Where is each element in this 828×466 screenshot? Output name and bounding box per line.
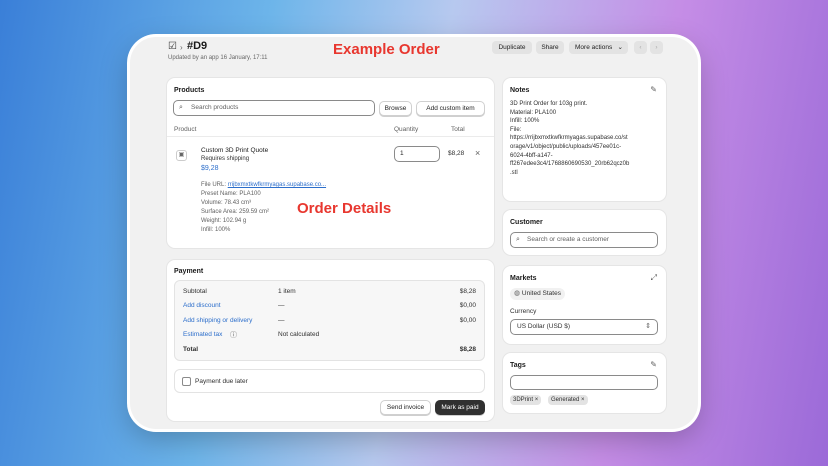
notes-line: File: xyxy=(510,126,522,133)
add-custom-item-button[interactable]: Add custom item xyxy=(416,101,485,116)
payment-summary: Subtotal 1 item $8,28 Add discount — $0,… xyxy=(174,280,485,361)
notes-line: .stl xyxy=(510,169,518,176)
notes-line: Infill: 100% xyxy=(510,118,540,125)
browse-button[interactable]: Browse xyxy=(379,101,412,116)
col-product-header: Product xyxy=(174,126,197,133)
currency-select[interactable]: US Dollar (USD $) ⇕ xyxy=(510,319,658,335)
page-title: #D9 xyxy=(187,40,208,52)
more-actions-button[interactable]: More actions ⌄ xyxy=(569,41,628,54)
breadcrumb-chevron-icon: › xyxy=(180,43,183,52)
add-shipping-link[interactable]: Add shipping or delivery xyxy=(183,317,252,324)
payment-due-later-checkbox[interactable] xyxy=(182,377,191,386)
col-quantity-header: Quantity xyxy=(394,126,419,133)
customer-search-placeholder: Search or create a customer xyxy=(527,236,610,243)
payment-due-later-row: Payment due later xyxy=(174,369,485,393)
add-discount-link[interactable]: Add discount xyxy=(183,302,221,309)
notes-line: 6024-4bff-a147- xyxy=(510,152,553,159)
notes-line: https://rrijbxmxtkwfkrmyagas.supabase.co… xyxy=(510,135,628,142)
search-icon: ⌕ xyxy=(516,236,520,243)
file-url-label: File URL: xyxy=(201,182,227,188)
tag-label: 3DPrint xyxy=(513,397,534,403)
currency-label: Currency xyxy=(510,308,537,315)
select-arrows-icon: ⇕ xyxy=(645,323,651,330)
more-actions-label: More actions xyxy=(575,44,613,51)
tags-card: Tags ✎ 3DPrint × Generated × xyxy=(503,353,666,413)
product-name[interactable]: Custom 3D Print Quote xyxy=(201,147,268,154)
market-chip: ◍ United States xyxy=(510,288,565,300)
customer-card: Customer ⌕ Search or create a customer xyxy=(503,210,666,255)
tag-chip: Generated × xyxy=(548,395,588,405)
product-shipping: Requires shipping xyxy=(201,156,250,162)
customer-title: Customer xyxy=(510,219,543,226)
payment-title: Payment xyxy=(174,268,204,275)
notes-line: Material: PLA100 xyxy=(510,109,557,116)
tax-status: Not calculated xyxy=(278,331,320,338)
duplicate-button[interactable]: Duplicate xyxy=(492,41,532,54)
order-subtitle: Updated by an app 16 January, 17:11 xyxy=(168,55,268,61)
weight: Weight: 102.94 g xyxy=(201,218,247,224)
tag-label: Generated xyxy=(551,397,580,403)
file-url-row: File URL: rrijbxmxtkwfkrmyagas.supabase.… xyxy=(201,181,326,190)
expand-icon[interactable]: ⤢ xyxy=(651,273,657,283)
total-label: Total xyxy=(183,346,199,353)
payment-card: Payment Subtotal 1 item $8,28 Add discou… xyxy=(167,260,494,421)
discount-value: $0,00 xyxy=(459,302,476,309)
globe-icon: ◍ xyxy=(514,290,521,297)
chevron-down-icon: ⌄ xyxy=(617,44,623,51)
payment-due-later-label: Payment due later xyxy=(195,378,248,385)
product-price: $9,28 xyxy=(201,165,219,172)
market-name: United States xyxy=(521,290,561,297)
notes-card: Notes ✎ 3D Print Order for 103g print. M… xyxy=(503,78,666,201)
notes-title: Notes xyxy=(510,87,530,94)
file-url-link[interactable]: rrijbxmxtkwfkrmyagas.supabase.co... xyxy=(228,182,326,188)
mark-as-paid-button[interactable]: Mark as paid xyxy=(435,400,485,415)
preset-name: Preset Name: PLA100 xyxy=(201,191,261,197)
search-icon: ⌕ xyxy=(179,104,183,111)
discount-dash: — xyxy=(278,302,285,309)
search-products-input[interactable]: ⌕ Search products xyxy=(173,100,375,116)
info-icon[interactable]: ⓘ xyxy=(230,330,237,340)
tags-title: Tags xyxy=(510,362,526,369)
tag-chip: 3DPrint × xyxy=(510,395,542,405)
notes-line: 3D Print Order for 103g print. xyxy=(510,101,588,107)
products-card: Products ⌕ Search products Browse Add cu… xyxy=(167,78,494,248)
notes-line: orage/v1/object/public/uploads/457ee01c- xyxy=(510,143,622,150)
customer-search-input[interactable]: ⌕ Search or create a customer xyxy=(510,232,658,248)
order-edit-icon: ☑ xyxy=(168,41,177,52)
product-image-icon: ▣ xyxy=(176,150,187,161)
infill: Infill: 100% xyxy=(201,227,231,233)
currency-value: US Dollar (USD $) xyxy=(517,323,571,330)
markets-card: Markets ⤢ ◍ United States Currency US Do… xyxy=(503,266,666,344)
close-icon[interactable]: × xyxy=(475,148,480,158)
subtotal-label: Subtotal xyxy=(183,288,207,295)
edit-notes-icon[interactable]: ✎ xyxy=(650,85,657,94)
products-divider xyxy=(167,136,494,137)
subtotal-items: 1 item xyxy=(278,288,296,295)
overlay-title: Example Order xyxy=(333,41,440,58)
products-title: Products xyxy=(174,87,205,94)
remove-tag-icon[interactable]: × xyxy=(535,397,539,403)
next-order-button[interactable]: › xyxy=(650,41,663,54)
col-total-header: Total xyxy=(451,126,465,133)
share-button[interactable]: Share xyxy=(536,41,564,54)
shipping-value: $0,00 xyxy=(459,317,476,324)
send-invoice-button[interactable]: Send invoice xyxy=(380,400,431,415)
notes-line: ff267edee3c4/1768860690530_20rb62qcz0b xyxy=(510,161,630,168)
notes-body: 3D Print Order for 103g print. Material:… xyxy=(510,100,662,177)
shipping-dash: — xyxy=(278,317,285,324)
order-window: ☑ › #D9 Updated by an app 16 January, 17… xyxy=(130,37,698,429)
remove-tag-icon[interactable]: × xyxy=(581,397,585,403)
subtotal-value: $8,28 xyxy=(459,288,476,295)
search-products-placeholder: Search products xyxy=(191,104,239,111)
product-total: $8,28 xyxy=(448,150,465,157)
prev-order-button[interactable]: ‹ xyxy=(634,41,647,54)
overlay-details: Order Details xyxy=(297,200,392,217)
markets-title: Markets xyxy=(510,275,537,282)
estimated-tax-label[interactable]: Estimated tax xyxy=(183,331,222,338)
quantity-input[interactable]: 1 xyxy=(394,146,440,162)
tags-input[interactable] xyxy=(510,375,658,390)
total-value: $8,28 xyxy=(459,346,476,353)
edit-tags-icon[interactable]: ✎ xyxy=(650,360,657,369)
